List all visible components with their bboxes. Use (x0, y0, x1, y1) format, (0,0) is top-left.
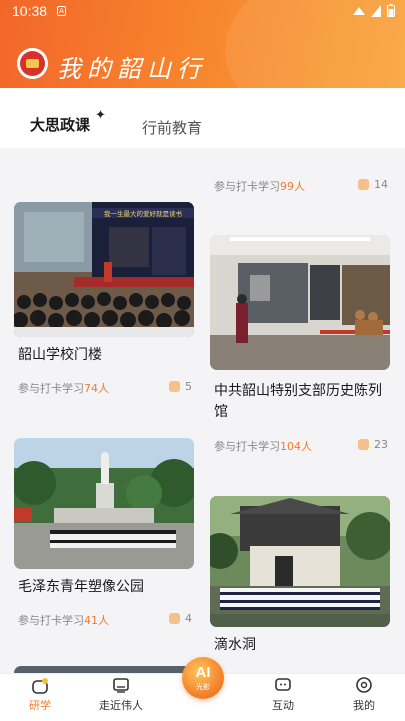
home-icon (32, 678, 48, 694)
ai-label: AI (195, 664, 211, 681)
card-shaoshan-school-gate[interactable]: 我一生最大的爱好就是读书 韶山学校门楼 参与打卡学习74人 5 (14, 202, 194, 398)
system-icons (353, 4, 395, 17)
card-photo: 我一生最大的爱好就是读书 (14, 202, 194, 337)
card-likes[interactable]: 5 (169, 380, 192, 393)
card-photo (210, 235, 390, 370)
card-partial[interactable]: 参与打卡学习99人 14 (210, 170, 390, 200)
signal-icon (353, 6, 365, 15)
tab-da-si-zheng-ke[interactable]: 大思政课 (28, 114, 114, 139)
card-meta: 参与打卡学习41人 (18, 614, 109, 627)
cellular-icon (371, 4, 381, 17)
card-meta: 参与打卡学习104人 (214, 440, 312, 453)
tab-label: 大思政课 (30, 116, 91, 134)
card-photo (14, 438, 194, 569)
nav-research[interactable]: 研学 (10, 677, 70, 713)
ai-sublabel: 光影 (196, 684, 210, 691)
thumb-up-icon (169, 613, 180, 624)
profile-icon (356, 677, 372, 693)
emblem-logo (17, 48, 48, 79)
card-mao-youth-statue-park[interactable]: 毛泽东青年塑像公园 参与打卡学习41人 4 (14, 438, 194, 628)
nav-label: 互动 (272, 699, 294, 712)
card-title: 毛泽东青年塑像公园 (18, 579, 144, 595)
chat-icon (275, 678, 291, 691)
brand-title: 我的韶山行 (57, 55, 207, 83)
card-title: 韶山学校门楼 (18, 347, 102, 363)
card-likes[interactable]: 4 (169, 612, 192, 625)
card-likes[interactable]: 14 (358, 178, 388, 191)
card-shaoshan-branch-museum[interactable]: 中共韶山特别支部历史陈列馆 参与打卡学习104人 23 (210, 235, 390, 455)
card-title: 中共韶山特别支部历史陈列馆 (214, 383, 382, 420)
thumb-up-icon (169, 381, 180, 392)
nav-interact[interactable]: 互动 (253, 677, 313, 713)
notification-icon: A (57, 6, 66, 16)
photo-banner-text: 我一生最大的爱好就是读书 (104, 209, 183, 218)
nav-label: 走近伟人 (99, 699, 143, 712)
ai-button[interactable]: AI 光影 (182, 657, 224, 699)
thumb-up-icon (358, 439, 369, 450)
card-meta: 参与打卡学习74人 (18, 382, 109, 395)
card-title: 滴水洞 (214, 637, 256, 653)
sparkle-icon: ✦ (95, 108, 106, 123)
card-photo (210, 496, 390, 627)
thumb-up-icon (358, 179, 369, 190)
battery-icon (387, 4, 395, 17)
card-dishui-cave[interactable]: 滴水洞 (210, 496, 390, 666)
card-likes[interactable]: 23 (358, 438, 388, 451)
nav-label: 研学 (29, 699, 51, 712)
app-header: 10:38 A 我的韶山行 (0, 0, 405, 88)
status-time: 10:38 (12, 3, 48, 19)
tab-xing-qian-jiao-yu[interactable]: 行前教育 (142, 117, 202, 138)
nav-great-man[interactable]: 走近伟人 (91, 677, 151, 713)
book-icon (113, 678, 129, 693)
nav-profile[interactable]: 我的 (334, 677, 394, 713)
status-bar: 10:38 A (0, 0, 405, 24)
card-meta: 参与打卡学习99人 (214, 180, 305, 193)
nav-label: 我的 (353, 699, 375, 712)
